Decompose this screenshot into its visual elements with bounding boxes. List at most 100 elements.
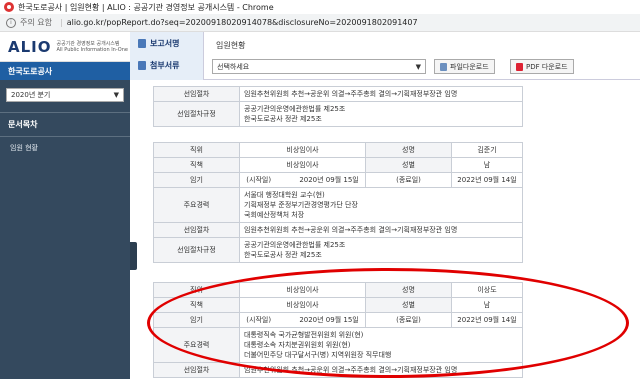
name-value: 이상도	[451, 282, 523, 298]
appointment-procedure-value: 임원추천위원회 추천→공운위 의결→주주총회 결의→기획재정부장관 임명	[239, 86, 523, 102]
gender-value: 남	[451, 297, 523, 313]
rule-line-1: 공공기관의운영에관한법률 제25조	[244, 241, 346, 249]
name-value: 김준기	[451, 142, 523, 158]
career-line: 대통령소속 자치분권위원회 위원(현)	[244, 341, 351, 349]
table-row: 임기 (시작일) 2020년 09월 15일 (종료일) 2022년 09월 1…	[153, 172, 523, 188]
label-start: (시작일)	[246, 176, 272, 184]
label-term: 임기	[153, 172, 240, 188]
sidebar-collapse-handle[interactable]	[130, 242, 137, 270]
label-end: (종료일)	[365, 172, 452, 188]
pdf-icon	[516, 62, 523, 71]
sidebar-item-officers[interactable]: 임원 현황	[0, 137, 130, 159]
table-row: 선임절차 임원추천위원회 추천→공운위 의결→주주총회 결의→기획재정부장관 임…	[153, 362, 523, 378]
label-end: (종료일)	[365, 312, 452, 328]
table-row: 임기 (시작일) 2020년 09월 15일 (종료일) 2022년 09월 1…	[153, 312, 523, 328]
label-position: 직위	[153, 142, 240, 158]
report-name: 임원현황	[216, 41, 246, 50]
tab-report-name[interactable]: 보고서명	[130, 32, 203, 54]
officer-table-previous: 선임절차 임원추천위원회 추천→공운위 의결→주주총회 결의→기획재정부장관 임…	[153, 86, 523, 127]
file-download-label: 파일다운로드	[450, 62, 489, 71]
label-appointment-procedure: 선임절차	[153, 86, 240, 102]
url-text[interactable]: alio.go.kr/popReport.do?seq=202009180209…	[67, 18, 418, 27]
attachment-select-value: 선택하세요	[217, 62, 250, 71]
table-row: 선임절차 임원추천위원회 추천→공운위 의결→주주총회 결의→기획재정부장관 임…	[153, 222, 523, 238]
label-gender: 성별	[365, 297, 452, 313]
label-appointment-procedure: 선임절차	[153, 222, 240, 238]
save-icon	[440, 62, 447, 71]
period-value: 2020년 분기	[11, 91, 51, 99]
divider: |	[59, 18, 63, 27]
menu-title: 문서목차	[0, 112, 130, 137]
officer-table-lee: 직위 비상임이사 성명 이상도 직책 비상임이사 성별 남 임기 (시작일) 2…	[153, 282, 523, 378]
appointment-procedure-value: 임원추천위원회 추천→공운위 의결→주주총회 결의→기획재정부장관 임명	[239, 222, 523, 238]
tab-report-label: 보고서명	[150, 38, 180, 48]
officer-table-kim: 직위 비상임이사 성명 김준기 직책 비상임이사 성별 남 임기 (시작일) 2…	[153, 142, 523, 263]
logo-area: ALIO 공공기관 경영정보 공개시스템 All Public Informat…	[0, 32, 130, 62]
label-career: 주요경력	[153, 327, 240, 363]
chevron-down-icon: ▼	[415, 62, 421, 71]
table-row: 직위 비상임이사 성명 김준기	[153, 142, 523, 158]
period-wrap: 2020년 분기 ▼	[0, 80, 130, 108]
career-line: 기획재정부 준정부기관경영평가단 단장	[244, 201, 358, 209]
logo-subtitle: 공공기관 경영정보 공개시스템 All Public Information I…	[57, 41, 128, 53]
end-date: 2022년 09월 14일	[451, 312, 523, 328]
window-titlebar: 한국도로공사 | 임원현황 | ALIO : 공공기관 경영정보 공개시스템 -…	[0, 0, 640, 14]
table-row: 주요경력 대통령직속 국가균형발전위원회 위원(현) 대통령소속 자치분권위원회…	[153, 327, 523, 363]
table-row: 선임절차규정 공공기관의운영에관한법률 제25조 한국도로공사 정관 제25조	[153, 101, 523, 127]
label-name: 성명	[365, 142, 452, 158]
window-title: 한국도로공사 | 임원현황 | ALIO : 공공기관 경영정보 공개시스템 -…	[18, 2, 274, 12]
report-content: 선임절차 임원추천위원회 추천→공운위 의결→주주총회 결의→기획재정부장관 임…	[137, 80, 640, 379]
label-procedure-rule: 선임절차규정	[153, 237, 240, 263]
security-warning[interactable]: 주의 요함	[20, 17, 52, 28]
term-start: (시작일) 2020년 09월 15일	[239, 172, 366, 188]
start-date: 2020년 09월 15일	[299, 316, 359, 324]
career-line: 더불어민주당 대구달서구(병) 지역위원장 직무대행	[244, 351, 392, 359]
label-appointment-procedure: 선임절차	[153, 362, 240, 378]
logo-subtitle-line2: All Public Information In-One	[56, 46, 128, 53]
pdf-download-button[interactable]: PDF 다운로드	[510, 59, 574, 74]
procedure-rule-value: 공공기관의운영에관한법률 제25조 한국도로공사 정관 제25조	[239, 237, 523, 263]
label-term: 임기	[153, 312, 240, 328]
alio-logo: ALIO	[8, 37, 52, 56]
tab-attachments[interactable]: 첨부서류	[130, 54, 203, 76]
address-bar[interactable]: i 주의 요함 | alio.go.kr/popReport.do?seq=20…	[0, 14, 640, 32]
label-career: 주요경력	[153, 187, 240, 223]
tab-attach-label: 첨부서류	[150, 60, 180, 70]
table-row: 선임절차규정 공공기관의운영에관한법률 제25조 한국도로공사 정관 제25조	[153, 237, 523, 263]
file-download-button[interactable]: 파일다운로드	[434, 59, 495, 74]
rule-line-1: 공공기관의운영에관한법률 제25조	[244, 105, 346, 113]
gender-value: 남	[451, 157, 523, 173]
table-row: 주요경력 서울대 행정대학원 교수(현) 기획재정부 준정부기관경영평가단 단장…	[153, 187, 523, 223]
end-date: 2022년 09월 14일	[451, 172, 523, 188]
career-line: 국회예산정책처 처장	[244, 211, 305, 219]
rule-line-2: 한국도로공사 정관 제25조	[244, 115, 322, 123]
table-row: 직위 비상임이사 성명 이상도	[153, 282, 523, 298]
rule-line-2: 한국도로공사 정관 제25조	[244, 251, 322, 259]
career-value: 서울대 행정대학원 교수(현) 기획재정부 준정부기관경영평가단 단장 국회예산…	[239, 187, 523, 223]
label-name: 성명	[365, 282, 452, 298]
position-value: 비상임이사	[239, 282, 366, 298]
info-icon[interactable]: i	[6, 17, 16, 28]
duty-value: 비상임이사	[239, 157, 366, 173]
table-row: 직책 비상임이사 성별 남	[153, 157, 523, 173]
report-toolbar: 보고서명 첨부서류 임원현황 선택하세요 ▼ 파일다운로드 PDF 다운로드	[130, 32, 640, 80]
period-select[interactable]: 2020년 분기 ▼	[6, 88, 124, 102]
attachment-icon	[138, 60, 146, 70]
label-gender: 성별	[365, 157, 452, 173]
pdf-download-label: PDF 다운로드	[526, 62, 568, 71]
career-line: 대통령직속 국가균형발전위원회 위원(현)	[244, 331, 364, 339]
position-value: 비상임이사	[239, 142, 366, 158]
sidebar: ALIO 공공기관 경영정보 공개시스템 All Public Informat…	[0, 32, 130, 379]
table-row: 선임절차 임원추천위원회 추천→공운위 의결→주주총회 결의→기획재정부장관 임…	[153, 86, 523, 102]
start-date: 2020년 09월 15일	[299, 176, 359, 184]
label-start: (시작일)	[246, 316, 272, 324]
career-line: 서울대 행정대학원 교수(현)	[244, 191, 325, 199]
career-value: 대통령직속 국가균형발전위원회 위원(현) 대통령소속 자치분권위원회 위원(현…	[239, 327, 523, 363]
attachment-select[interactable]: 선택하세요 ▼	[212, 59, 426, 74]
organization-name: 한국도로공사	[0, 62, 130, 80]
label-duty: 직책	[153, 297, 240, 313]
chevron-down-icon: ▼	[113, 91, 119, 99]
tab-column: 보고서명 첨부서류	[130, 32, 204, 80]
label-position: 직위	[153, 282, 240, 298]
document-icon	[138, 38, 146, 48]
